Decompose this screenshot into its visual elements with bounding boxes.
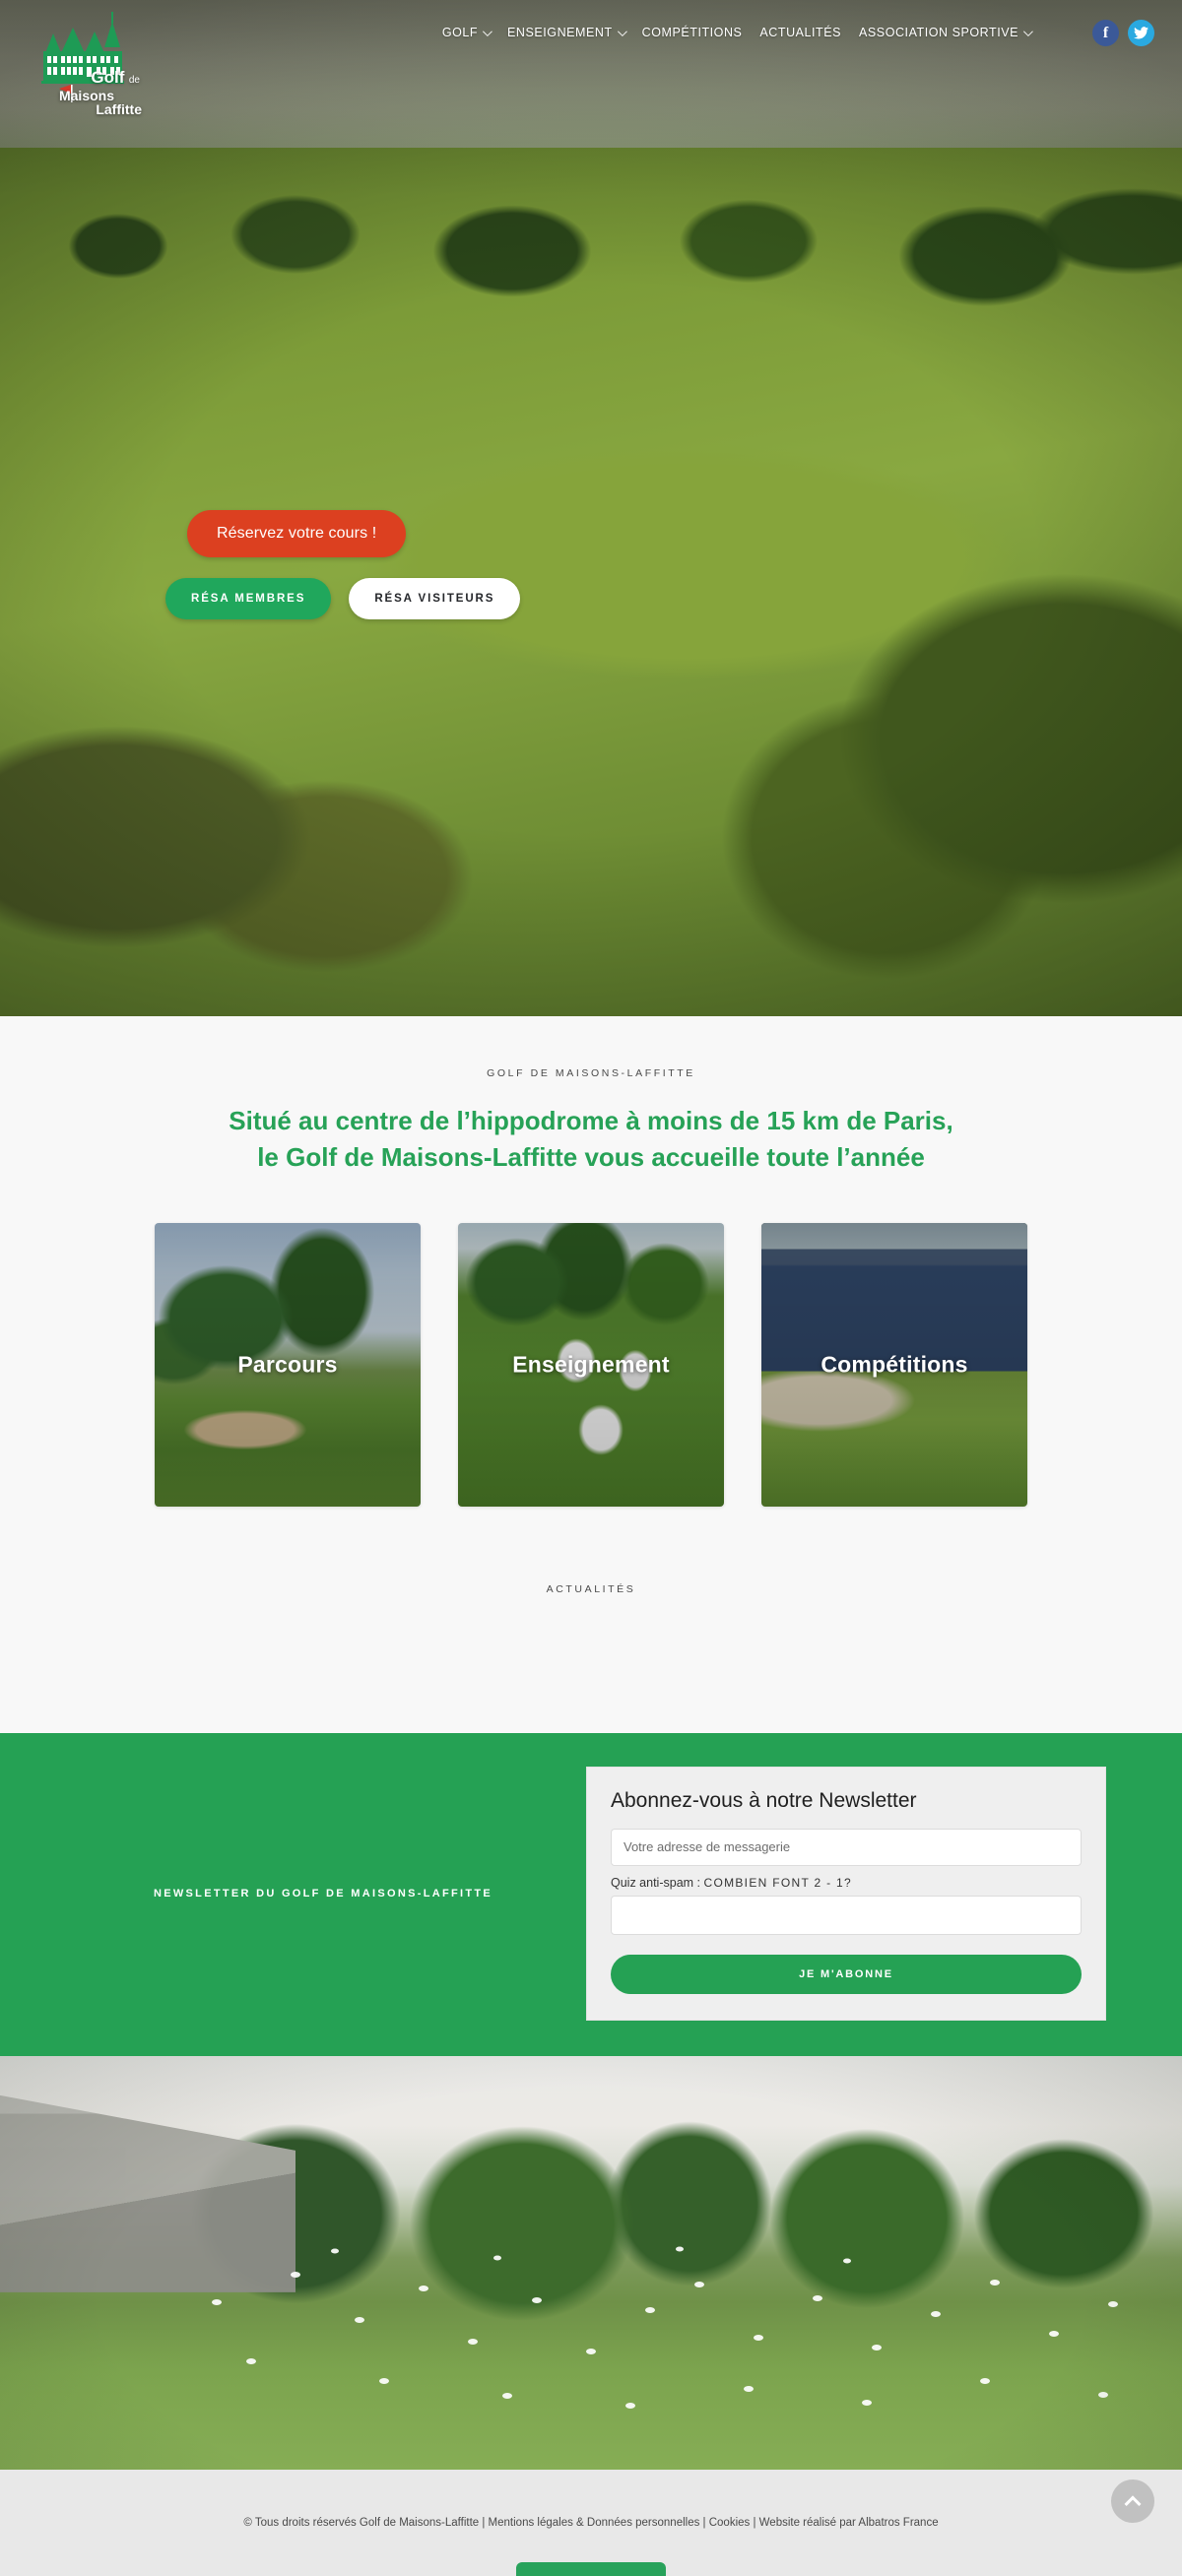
nav-item-enseignement[interactable]: ENSEIGNEMENT [507,26,627,39]
newsletter-title: Abonnez-vous à notre Newsletter [611,1788,917,1812]
chevron-down-icon [1022,26,1033,36]
quiz-question: COMBIEN FONT 2 - 1? [703,1875,852,1890]
bottom-photo-section [0,2055,1182,2470]
nav-item-association-sportive[interactable]: ASSOCIATION SPORTIVE [859,26,1033,39]
newsletter-form-card: Abonnez-vous à notre Newsletter Quiz ant… [586,1766,1106,2021]
chevron-down-icon [617,26,627,36]
intro-section: GOLF DE MAISONS-LAFFITTE Situé au centre… [0,1016,1182,1176]
site-logo[interactable]: Golf de Maisons Laffitte [28,8,146,118]
intro-title-line-2: le Golf de Maisons-Laffitte vous accueil… [257,1141,925,1172]
cookie-consent-button[interactable] [516,2561,666,2576]
scroll-to-top-button[interactable] [1111,2479,1154,2523]
resa-membres-button[interactable]: RÉSA MEMBRES [165,578,332,619]
card-label: Compétitions [821,1351,968,1378]
hero-vignette [0,0,1182,1016]
nav-item-golf[interactable]: GOLF [441,26,492,39]
nav-label: ASSOCIATION SPORTIVE [859,26,1018,39]
intro-title: Situé au centre de l’hippodrome à moins … [0,1103,1182,1176]
newsletter-quiz-label: Quiz anti-spam : COMBIEN FONT 2 - 1? [611,1876,1082,1890]
hero-section: Golf de Maisons Laffitte GOLF ENSEIGNEME… [0,0,1182,1016]
social-links: f [1092,20,1154,46]
nav-label: GOLF [441,26,479,39]
footer-copyright: © Tous droits réservés Golf de Maisons-L… [243,2516,939,2529]
nav-label: ENSEIGNEMENT [507,26,613,39]
facebook-icon[interactable]: f [1092,20,1119,46]
card-label: Parcours [237,1351,338,1378]
quiz-prefix: Quiz anti-spam : [611,1875,704,1890]
chevron-down-icon [483,26,492,36]
card-label: Enseignement [512,1351,670,1378]
chevron-up-icon [1124,2495,1142,2513]
nav-item-actualites[interactable]: ACTUALITÉS [759,26,841,39]
nav-label: COMPÉTITIONS [641,26,743,39]
logo-word-laffitte: Laffitte [96,101,142,118]
site-footer: © Tous droits réservés Golf de Maisons-L… [0,2469,1182,2576]
news-eyebrow: ACTUALITÉS [546,1582,636,1595]
logo-word-golf: Golf [91,68,125,87]
intro-title-line-1: Situé au centre de l’hippodrome à moins … [229,1106,953,1135]
twitter-icon[interactable] [1128,20,1154,46]
newsletter-email-input[interactable] [611,1828,1082,1866]
newsletter-section: NEWSLETTER DU GOLF DE MAISONS-LAFFITTE A… [0,1732,1182,2056]
newsletter-submit-button[interactable]: JE M'ABONNE [611,1954,1082,1994]
news-section: ACTUALITÉS [0,1506,1182,1733]
card-parcours[interactable]: Parcours [155,1222,421,1507]
card-enseignement[interactable]: Enseignement [458,1222,724,1507]
newsletter-side-label: NEWSLETTER DU GOLF DE MAISONS-LAFFITTE [153,1887,493,1900]
nav-item-competitions[interactable]: COMPÉTITIONS [642,26,743,39]
nav-label: ACTUALITÉS [759,26,842,39]
hero-cta-group: Réservez votre cours ! RÉSA MEMBRES RÉSA… [165,510,521,619]
resa-visiteurs-button[interactable]: RÉSA VISITEURS [349,578,521,619]
card-competitions[interactable]: Compétitions [761,1222,1027,1507]
book-lesson-button[interactable]: Réservez votre cours ! [187,510,407,557]
feature-cards: Parcours Enseignement Compétitions [0,1175,1182,1507]
intro-eyebrow: GOLF DE MAISONS-LAFFITTE [487,1067,695,1079]
page-root: Golf de Maisons Laffitte GOLF ENSEIGNEME… [0,0,1182,2576]
main-navigation: GOLF ENSEIGNEMENT COMPÉTITIONS ACTUALITÉ… [441,26,1033,39]
hero-reservation-buttons: RÉSA MEMBRES RÉSA VISITEURS [165,578,521,619]
bottom-photo-overlay [0,2055,1182,2470]
twitter-bird-glyph [1134,27,1149,39]
logo-word-de: de [128,75,140,86]
newsletter-quiz-answer-input[interactable] [611,1895,1082,1935]
site-header: Golf de Maisons Laffitte GOLF ENSEIGNEME… [0,0,1182,117]
